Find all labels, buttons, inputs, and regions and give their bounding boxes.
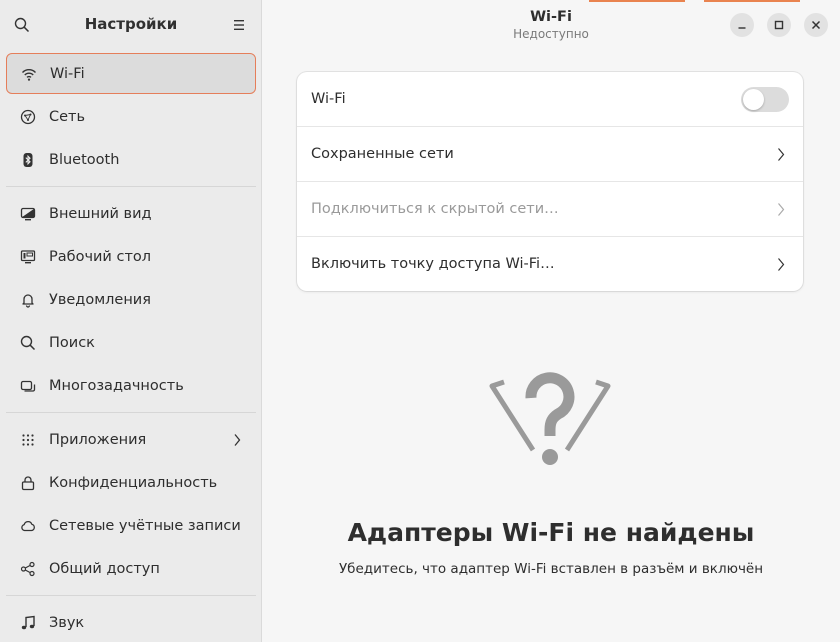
bell-icon [20, 292, 36, 308]
close-icon [811, 20, 821, 30]
desktop-icon [20, 249, 36, 265]
saved-networks-row[interactable]: Сохраненные сети [297, 127, 803, 182]
hidden-network-label: Подключиться к скрытой сети… [311, 201, 559, 217]
hotspot-row[interactable]: Включить точку доступа Wi-Fi… [297, 237, 803, 291]
sidebar-item-label: Уведомления [49, 291, 151, 308]
network-icon [20, 109, 36, 125]
sidebar-item-label: Внешний вид [49, 205, 152, 222]
close-button[interactable] [804, 13, 828, 37]
sidebar-item-label: Рабочий стол [49, 248, 152, 265]
wifi-settings-card: Wi-Fi Сохраненные сети Подключиться к ск… [297, 72, 803, 291]
sidebar-list: Wi-Fi Сеть Bluetooth Внешний вид Рабочий… [0, 52, 262, 642]
sidebar-item-multitasking[interactable]: Многозадачность [6, 364, 256, 407]
wifi-toggle-label: Wi-Fi [311, 91, 346, 107]
sidebar-item-wifi[interactable]: Wi-Fi [6, 53, 256, 94]
search-icon [20, 335, 36, 351]
sidebar-item-label: Конфиденциальность [49, 474, 218, 491]
multitasking-icon [20, 378, 36, 394]
empty-state-title: Адаптеры Wi-Fi не найдены [347, 518, 755, 547]
sidebar-item-online-accounts[interactable]: Сетевые учётные записи [6, 504, 256, 547]
empty-state-subtitle: Убедитесь, что адаптер Wi-Fi вставлен в … [338, 561, 764, 577]
apps-grid-icon [20, 432, 36, 448]
chevron-right-icon [777, 257, 785, 272]
chevron-right-icon [232, 432, 242, 446]
sidebar-item-privacy[interactable]: Конфиденциальность [6, 461, 256, 504]
lock-icon [20, 475, 36, 491]
hidden-network-row[interactable]: Подключиться к скрытой сети… [297, 182, 803, 237]
chevron-right-icon [777, 147, 785, 162]
sidebar-header: Настройки [0, 0, 261, 50]
sidebar-separator [6, 186, 256, 187]
sidebar-item-search[interactable]: Поиск [6, 321, 256, 364]
sidebar-item-bluetooth[interactable]: Bluetooth [6, 138, 256, 181]
wifi-icon [21, 66, 37, 82]
maximize-icon [774, 20, 784, 30]
chevron-right-icon [777, 202, 785, 217]
sidebar-separator [6, 595, 256, 596]
music-note-icon [20, 615, 36, 631]
sidebar-item-label: Общий доступ [49, 560, 160, 577]
cloud-icon [20, 518, 36, 534]
sidebar-item-label: Wi-Fi [50, 65, 85, 82]
sidebar-item-label: Звук [49, 614, 85, 631]
sidebar-item-sharing[interactable]: Общий доступ [6, 547, 256, 590]
sidebar-item-sound[interactable]: Звук [6, 601, 256, 642]
sidebar-item-label: Сетевые учётные записи [49, 517, 241, 534]
appearance-icon [20, 206, 36, 222]
wifi-question-icon [487, 368, 613, 470]
minimize-button[interactable] [730, 13, 754, 37]
sidebar-item-notifications[interactable]: Уведомления [6, 278, 256, 321]
sidebar-item-desktop[interactable]: Рабочий стол [6, 235, 256, 278]
main-panel: Wi-Fi Недоступно Wi-Fi Сохраненные сети [262, 0, 840, 642]
share-icon [20, 561, 36, 577]
sidebar-item-label: Приложения [49, 431, 147, 448]
sidebar-item-label: Сеть [49, 108, 86, 125]
sidebar: Настройки Wi-Fi Сеть Bluetooth Внешний в… [0, 0, 262, 642]
maximize-button[interactable] [767, 13, 791, 37]
settings-window: Настройки Wi-Fi Сеть Bluetooth Внешний в… [0, 0, 840, 642]
sidebar-item-apps[interactable]: Приложения [6, 418, 256, 461]
saved-networks-label: Сохраненные сети [311, 146, 454, 162]
accent-strip [704, 0, 800, 2]
bluetooth-icon [20, 152, 36, 168]
hamburger-menu-icon[interactable] [231, 17, 247, 33]
sidebar-item-label: Многозадачность [49, 377, 184, 394]
sidebar-title: Настройки [84, 15, 178, 33]
sidebar-item-network[interactable]: Сеть [6, 95, 256, 138]
toggle-knob [743, 89, 764, 110]
sidebar-item-label: Bluetooth [49, 151, 120, 168]
sidebar-item-appearance[interactable]: Внешний вид [6, 192, 256, 235]
wifi-toggle-switch[interactable] [741, 87, 789, 112]
hotspot-label: Включить точку доступа Wi-Fi… [311, 256, 555, 272]
page-subtitle: Недоступно [513, 27, 589, 41]
sidebar-separator [6, 412, 256, 413]
sidebar-item-label: Поиск [49, 334, 95, 351]
wifi-toggle-row: Wi-Fi [297, 72, 803, 127]
accent-strip [589, 0, 685, 2]
minimize-icon [738, 27, 746, 29]
